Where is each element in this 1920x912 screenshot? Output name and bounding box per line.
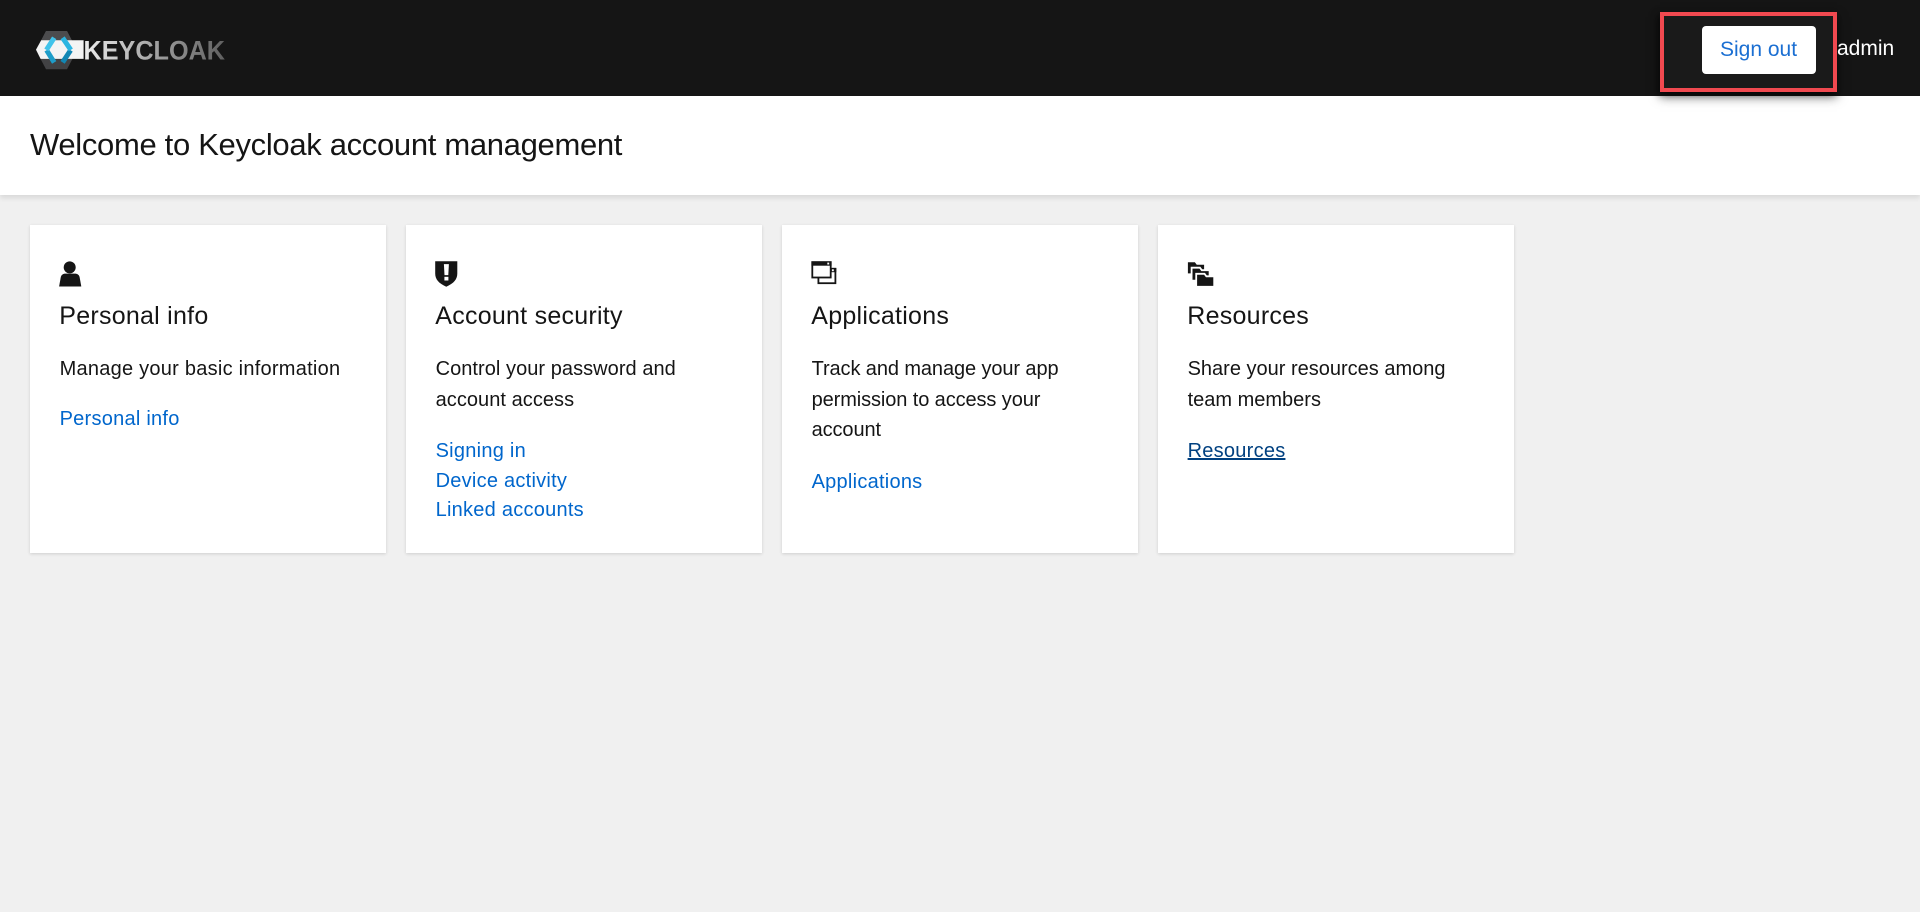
svg-text:KEYCLOAK: KEYCLOAK bbox=[84, 36, 226, 66]
